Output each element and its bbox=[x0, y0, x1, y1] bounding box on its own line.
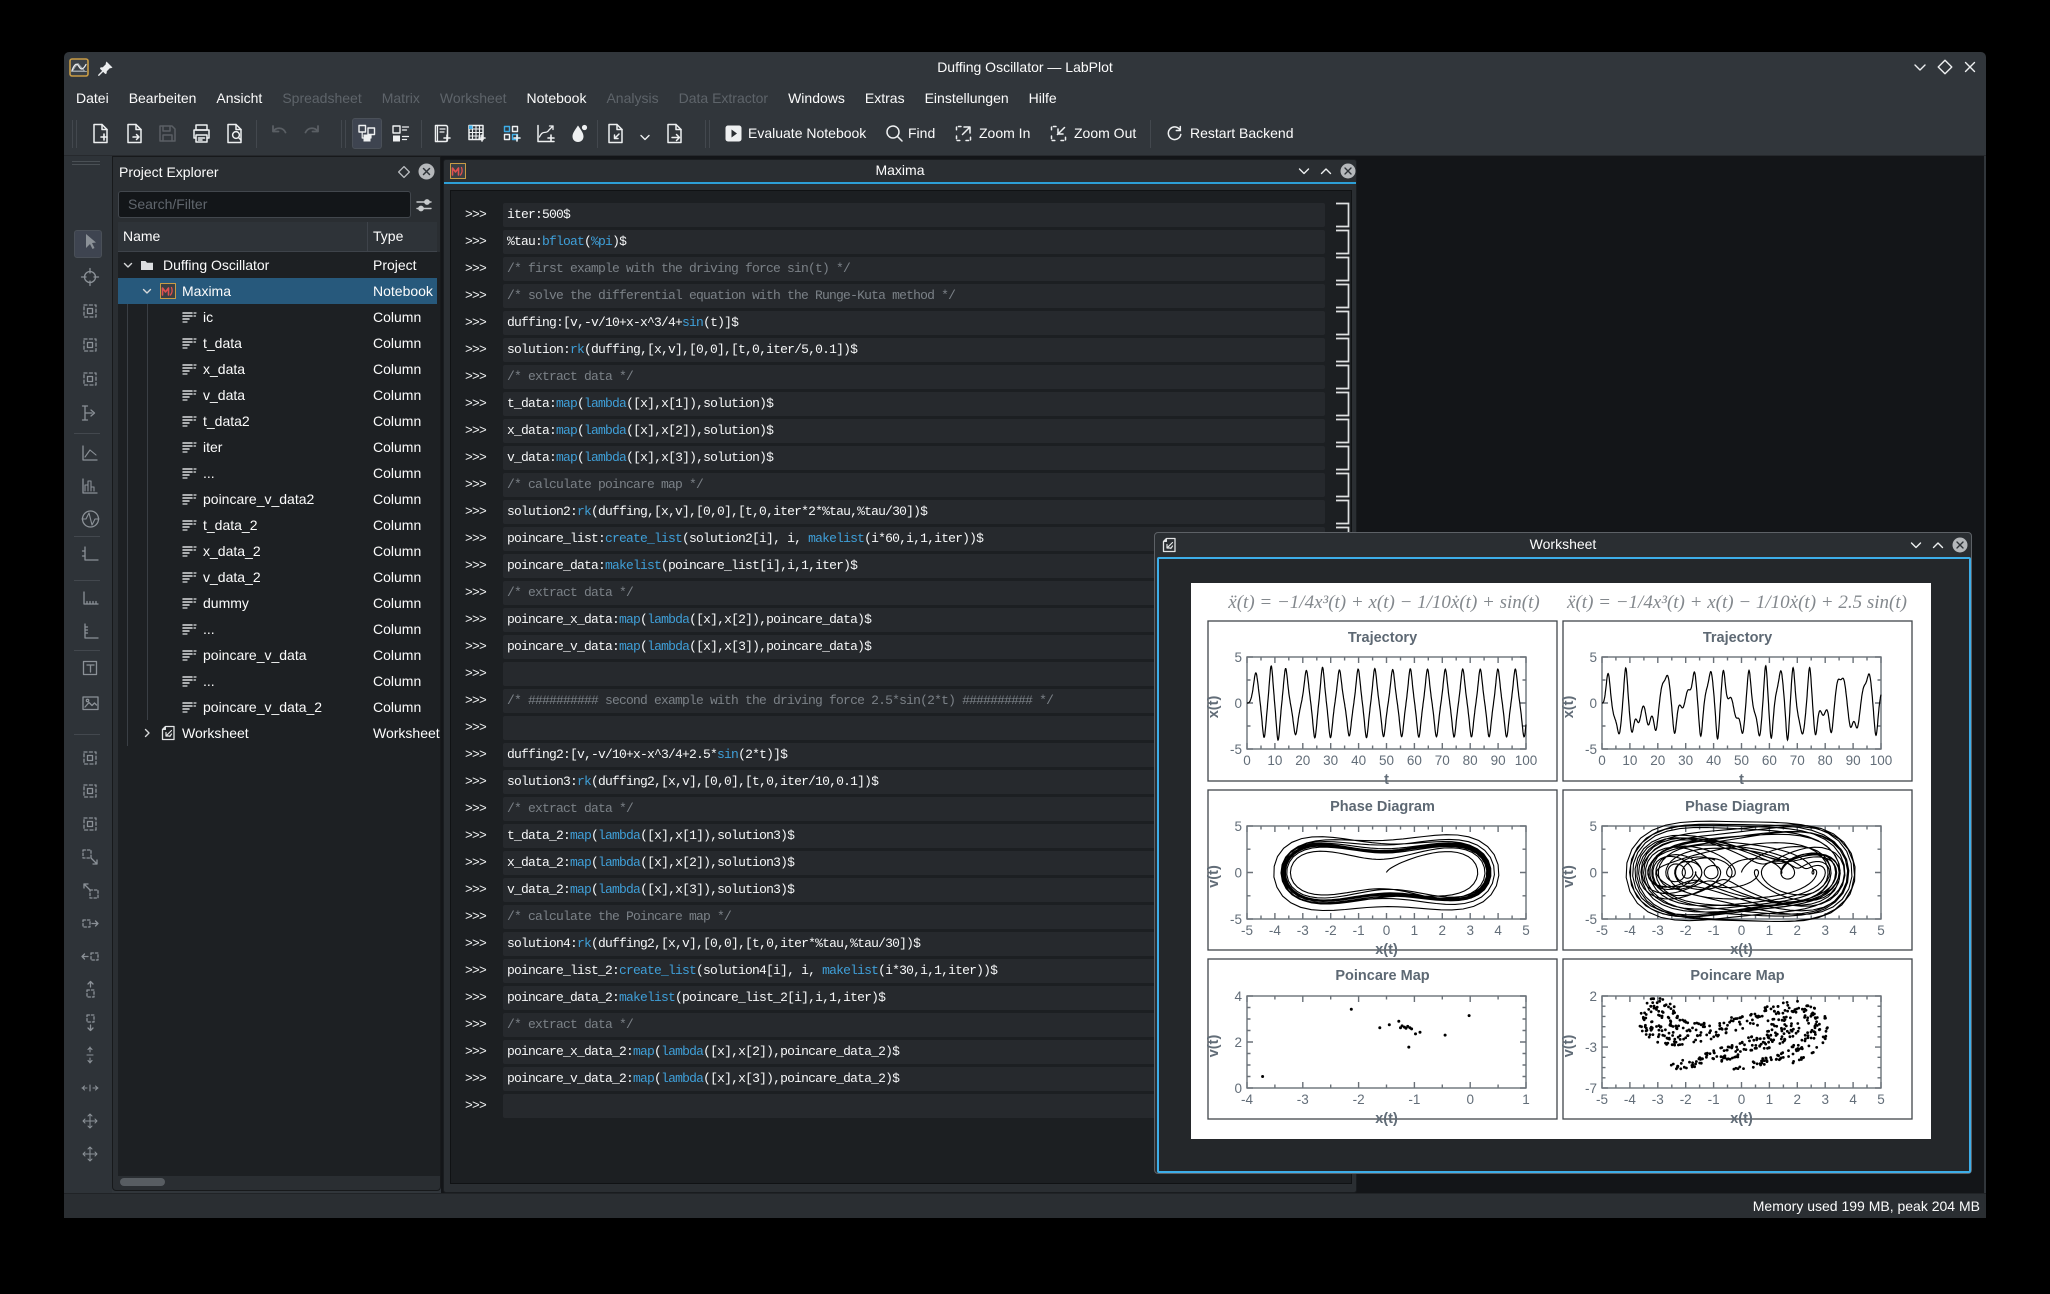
svg-text:5: 5 bbox=[1522, 923, 1530, 938]
svg-text:Trajectory: Trajectory bbox=[1703, 630, 1772, 646]
svg-text:1: 1 bbox=[1766, 1092, 1774, 1107]
svg-text:40: 40 bbox=[1706, 753, 1721, 768]
svg-text:-4: -4 bbox=[1269, 923, 1281, 938]
svg-text:Poincare Map: Poincare Map bbox=[1335, 968, 1429, 984]
svg-text:90: 90 bbox=[1846, 753, 1861, 768]
svg-text:v(t): v(t) bbox=[1206, 1035, 1222, 1058]
svg-text:-2: -2 bbox=[1680, 923, 1692, 938]
svg-text:1: 1 bbox=[1411, 923, 1419, 938]
svg-text:-5: -5 bbox=[1230, 742, 1242, 757]
svg-text:2: 2 bbox=[1589, 989, 1597, 1004]
svg-text:-3: -3 bbox=[1297, 923, 1309, 938]
svg-text:0: 0 bbox=[1466, 1092, 1474, 1107]
svg-text:60: 60 bbox=[1407, 753, 1422, 768]
svg-text:2: 2 bbox=[1794, 923, 1802, 938]
svg-text:-7: -7 bbox=[1585, 1081, 1597, 1096]
svg-text:-2: -2 bbox=[1680, 1092, 1692, 1107]
svg-text:x(t): x(t) bbox=[1375, 942, 1398, 958]
svg-text:90: 90 bbox=[1491, 753, 1506, 768]
svg-text:Phase Diagram: Phase Diagram bbox=[1330, 799, 1435, 815]
svg-text:0: 0 bbox=[1598, 753, 1606, 768]
svg-text:-5: -5 bbox=[1596, 923, 1608, 938]
svg-text:20: 20 bbox=[1650, 753, 1665, 768]
svg-text:-4: -4 bbox=[1624, 923, 1636, 938]
svg-text:Trajectory: Trajectory bbox=[1348, 630, 1417, 646]
svg-text:v(t): v(t) bbox=[1206, 865, 1222, 888]
svg-text:4: 4 bbox=[1234, 989, 1242, 1004]
svg-text:5: 5 bbox=[1589, 819, 1597, 834]
svg-text:-2: -2 bbox=[1353, 1092, 1365, 1107]
svg-text:ẍ(t) = −1/4x³(t) + x(t) − 1/1: ẍ(t) = −1/4x³(t) + x(t) − 1/10ẋ(t) + s… bbox=[1227, 592, 1539, 613]
svg-text:30: 30 bbox=[1678, 753, 1693, 768]
svg-text:4: 4 bbox=[1494, 923, 1502, 938]
svg-text:1: 1 bbox=[1766, 923, 1774, 938]
svg-text:0: 0 bbox=[1234, 696, 1242, 711]
svg-text:x(t): x(t) bbox=[1206, 696, 1222, 719]
svg-text:30: 30 bbox=[1323, 753, 1338, 768]
svg-text:-5: -5 bbox=[1596, 1092, 1608, 1107]
svg-text:ẍ(t) = −1/4x³(t) + x(t) − 1/1: ẍ(t) = −1/4x³(t) + x(t) − 1/10ẋ(t) + 2… bbox=[1566, 592, 1907, 613]
svg-text:Poincare Map: Poincare Map bbox=[1690, 968, 1784, 984]
svg-text:3: 3 bbox=[1821, 923, 1829, 938]
svg-text:100: 100 bbox=[1870, 753, 1893, 768]
svg-text:60: 60 bbox=[1762, 753, 1777, 768]
svg-text:4: 4 bbox=[1849, 923, 1857, 938]
svg-text:70: 70 bbox=[1790, 753, 1805, 768]
svg-text:-1: -1 bbox=[1708, 923, 1720, 938]
svg-text:2: 2 bbox=[1439, 923, 1447, 938]
svg-text:0: 0 bbox=[1234, 1081, 1242, 1096]
svg-text:10: 10 bbox=[1267, 753, 1282, 768]
svg-text:0: 0 bbox=[1738, 1092, 1746, 1107]
svg-text:0: 0 bbox=[1234, 866, 1242, 881]
svg-text:-3: -3 bbox=[1652, 923, 1664, 938]
svg-text:0: 0 bbox=[1738, 923, 1746, 938]
svg-text:100: 100 bbox=[1515, 753, 1538, 768]
svg-text:40: 40 bbox=[1351, 753, 1366, 768]
svg-text:-3: -3 bbox=[1585, 1040, 1597, 1055]
svg-text:10: 10 bbox=[1622, 753, 1637, 768]
svg-text:-3: -3 bbox=[1297, 1092, 1309, 1107]
svg-text:1: 1 bbox=[1522, 1092, 1530, 1107]
svg-text:-5: -5 bbox=[1241, 923, 1253, 938]
svg-text:2: 2 bbox=[1234, 1035, 1242, 1050]
svg-text:-5: -5 bbox=[1585, 912, 1597, 927]
svg-text:5: 5 bbox=[1877, 1092, 1885, 1107]
svg-text:80: 80 bbox=[1818, 753, 1833, 768]
svg-text:-5: -5 bbox=[1585, 742, 1597, 757]
svg-text:Phase Diagram: Phase Diagram bbox=[1685, 799, 1790, 815]
svg-text:50: 50 bbox=[1734, 753, 1749, 768]
svg-text:-4: -4 bbox=[1241, 1092, 1253, 1107]
svg-text:70: 70 bbox=[1435, 753, 1450, 768]
svg-text:-5: -5 bbox=[1230, 912, 1242, 927]
svg-text:0: 0 bbox=[1243, 753, 1251, 768]
svg-text:-1: -1 bbox=[1353, 923, 1365, 938]
svg-text:t: t bbox=[1739, 772, 1744, 788]
svg-text:x(t): x(t) bbox=[1730, 1111, 1753, 1127]
svg-text:-4: -4 bbox=[1624, 1092, 1636, 1107]
svg-text:5: 5 bbox=[1234, 650, 1242, 665]
svg-text:t: t bbox=[1384, 772, 1389, 788]
svg-text:v(t): v(t) bbox=[1561, 1035, 1577, 1058]
svg-text:2: 2 bbox=[1794, 1092, 1802, 1107]
svg-text:5: 5 bbox=[1234, 819, 1242, 834]
svg-text:x(t): x(t) bbox=[1561, 696, 1577, 719]
svg-text:3: 3 bbox=[1821, 1092, 1829, 1107]
svg-text:-3: -3 bbox=[1652, 1092, 1664, 1107]
svg-text:50: 50 bbox=[1379, 753, 1394, 768]
svg-text:0: 0 bbox=[1589, 696, 1597, 711]
svg-text:5: 5 bbox=[1589, 650, 1597, 665]
svg-text:80: 80 bbox=[1463, 753, 1478, 768]
svg-text:20: 20 bbox=[1295, 753, 1310, 768]
svg-text:0: 0 bbox=[1589, 866, 1597, 881]
svg-text:0: 0 bbox=[1383, 923, 1391, 938]
svg-text:5: 5 bbox=[1877, 923, 1885, 938]
svg-text:4: 4 bbox=[1849, 1092, 1857, 1107]
svg-text:x(t): x(t) bbox=[1730, 942, 1753, 958]
svg-text:x(t): x(t) bbox=[1375, 1111, 1398, 1127]
svg-text:-2: -2 bbox=[1325, 923, 1337, 938]
svg-text:-1: -1 bbox=[1708, 1092, 1720, 1107]
svg-text:-1: -1 bbox=[1408, 1092, 1420, 1107]
svg-text:3: 3 bbox=[1466, 923, 1474, 938]
svg-text:v(t): v(t) bbox=[1561, 865, 1577, 888]
